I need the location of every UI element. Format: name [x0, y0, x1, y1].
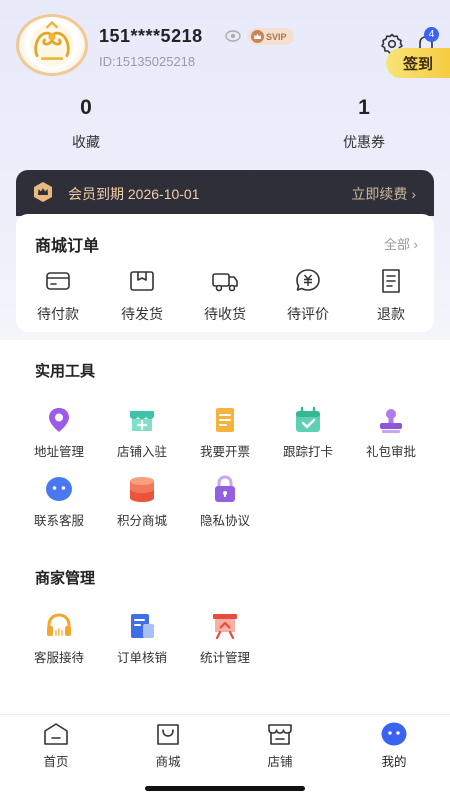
user-phone: 151****5218 [99, 26, 203, 46]
headset-icon [47, 613, 71, 636]
user-id: ID:15135025218 [99, 54, 196, 69]
tool-checkin[interactable]: 跟踪打卡 [267, 405, 349, 460]
tool-label: 店铺入驻 [116, 445, 167, 459]
tool-label: 积分商城 [116, 514, 167, 528]
coupons-stat[interactable]: 1 优惠券 [304, 96, 424, 152]
tool-label: 订单核销 [116, 651, 167, 665]
card-icon [46, 272, 70, 290]
order-item-label: 待收货 [204, 306, 246, 322]
shopping-bag-icon [157, 724, 179, 745]
location-pin-icon [49, 408, 69, 432]
chart-board-icon [213, 614, 237, 640]
calendar-check-icon [296, 406, 320, 432]
profile-face-icon [381, 722, 407, 746]
notification-badge: 4 [424, 27, 439, 42]
tools-section-title: 实用工具 [35, 363, 96, 380]
tool-label: 礼包审批 [365, 445, 416, 459]
tab-shop[interactable]: 店铺 [240, 721, 320, 770]
tool-customer-service[interactable]: 联系客服 [18, 474, 100, 529]
eye-icon[interactable] [224, 28, 242, 44]
merchant-statistics[interactable]: 统计管理 [184, 611, 266, 666]
tool-label: 客服接待 [33, 651, 84, 665]
favorites-count: 0 [80, 96, 92, 119]
tool-label: 统计管理 [199, 651, 250, 665]
signin-button[interactable]: 签到 [386, 48, 450, 78]
tab-mine[interactable]: 我的 [354, 721, 434, 770]
document-icon [131, 614, 154, 638]
vip-renew-link[interactable]: 立即续费 › [351, 184, 416, 204]
order-item-label: 退款 [377, 306, 405, 322]
invoice-icon [216, 408, 234, 432]
mall-orders-card: 商城订单 全部 › 待付款 待发货 待收货 待评价 退款 [16, 214, 434, 332]
tab-label: 店铺 [267, 755, 293, 769]
merchant-customer-reception[interactable]: 客服接待 [18, 611, 100, 666]
review-icon [296, 269, 320, 291]
home-icon [44, 723, 68, 745]
tool-label: 隐私协议 [199, 514, 250, 528]
tab-mall[interactable]: 商城 [128, 721, 208, 770]
order-pending-receipt[interactable]: 待收货 [190, 266, 260, 324]
orders-title: 商城订单 [35, 238, 100, 255]
tab-label: 我的 [381, 755, 407, 769]
store-add-icon [130, 411, 154, 431]
stamp-icon [380, 409, 402, 433]
order-item-label: 待评价 [287, 306, 329, 322]
chat-bubble-icon [46, 477, 72, 501]
favorites-stat[interactable]: 0 收藏 [26, 96, 146, 152]
vip-hexagon-icon [34, 182, 52, 202]
order-item-label: 待发货 [121, 306, 163, 322]
dragon-logo-icon [30, 20, 74, 67]
order-item-label: 待付款 [37, 306, 79, 322]
tool-invoice[interactable]: 我要开票 [184, 405, 266, 460]
coins-icon [130, 477, 154, 502]
coupons-label: 优惠券 [343, 134, 385, 150]
crown-icon [251, 30, 264, 43]
tool-label: 联系客服 [33, 514, 84, 528]
orders-all-link[interactable]: 全部 › [384, 234, 418, 253]
order-pending-review[interactable]: 待评价 [273, 266, 343, 324]
lock-icon [215, 475, 235, 502]
profile-header: 151****5218 SVIP ID:15135025218 4 [16, 12, 439, 82]
tool-address[interactable]: 地址管理 [18, 405, 100, 460]
tab-label: 首页 [43, 755, 69, 769]
refund-icon [382, 269, 400, 293]
tool-label: 地址管理 [33, 445, 84, 459]
tool-points-mall[interactable]: 积分商城 [101, 474, 183, 529]
home-indicator [145, 786, 305, 791]
order-refund[interactable]: 退款 [356, 266, 426, 324]
vip-membership-bar[interactable]: 会员到期 2026-10-01 立即续费 › [16, 170, 434, 216]
order-pending-shipment[interactable]: 待发货 [107, 266, 177, 324]
tool-label: 我要开票 [199, 445, 250, 459]
merchant-order-verify[interactable]: 订单核销 [101, 611, 183, 666]
tab-home[interactable]: 首页 [16, 721, 96, 770]
merchant-section-title: 商家管理 [35, 570, 96, 587]
shop-icon [268, 724, 292, 745]
coupons-count: 1 [358, 96, 370, 119]
tool-store-join[interactable]: 店铺入驻 [101, 405, 183, 460]
tool-label: 跟踪打卡 [282, 445, 333, 459]
svip-label: SVIP [266, 31, 287, 42]
box-icon [130, 271, 154, 291]
svip-badge: SVIP [248, 28, 294, 45]
tab-label: 商城 [155, 755, 181, 769]
favorites-label: 收藏 [72, 134, 100, 150]
order-pending-payment[interactable]: 待付款 [23, 266, 93, 324]
vip-expire-text: 会员到期 2026-10-01 [68, 186, 200, 202]
truck-icon [212, 273, 238, 292]
tool-privacy[interactable]: 隐私协议 [184, 474, 266, 529]
avatar[interactable] [16, 14, 88, 76]
tool-gift-approval[interactable]: 礼包审批 [350, 405, 432, 460]
